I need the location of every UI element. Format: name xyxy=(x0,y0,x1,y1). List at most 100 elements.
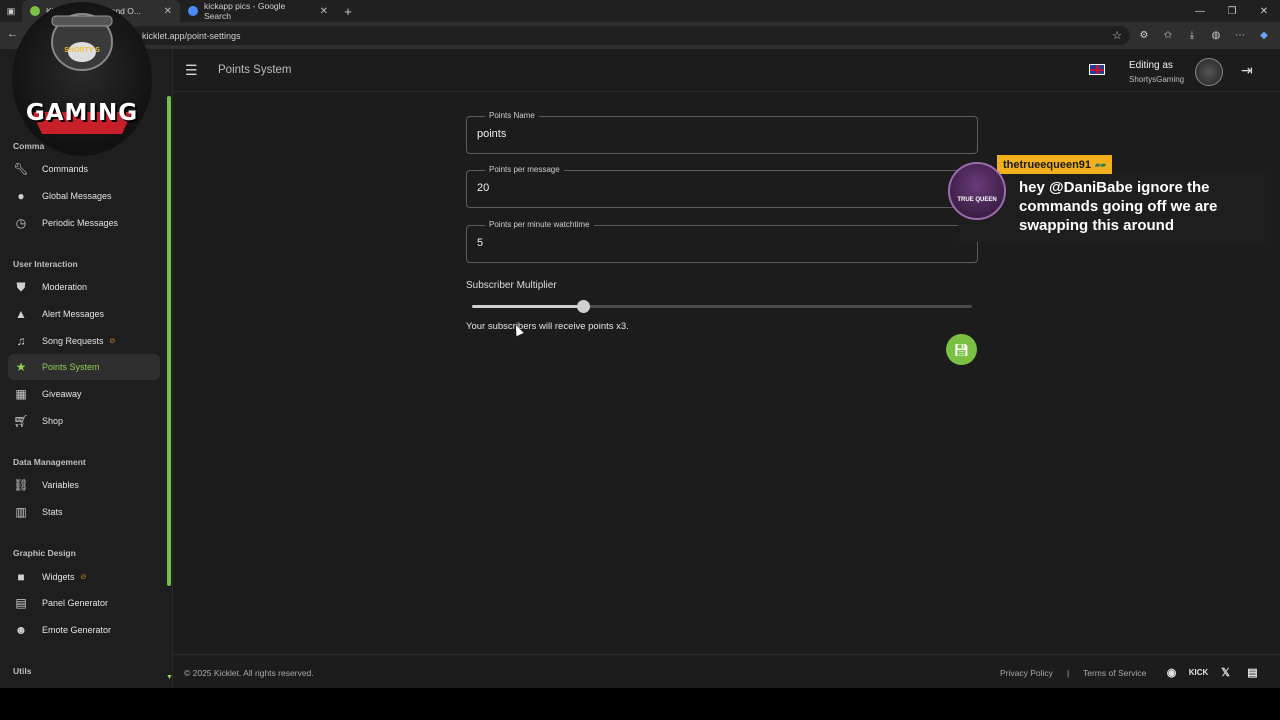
more-icon[interactable]: ⋯ xyxy=(1228,27,1252,44)
bar-chart-icon: ▥ xyxy=(15,505,27,519)
field-value: 20 xyxy=(477,182,490,194)
taskbar-area xyxy=(0,688,1280,720)
favorites-icon[interactable]: ✩ xyxy=(1156,27,1180,44)
kick-icon[interactable]: KICK xyxy=(1189,665,1209,679)
social-icons: ◉ KICK 𝕏 ▤ xyxy=(1163,665,1261,679)
sidebar-item-alert-messages[interactable]: ▲ Alert Messages xyxy=(8,301,160,327)
fire-icon: 🔥︎ xyxy=(109,336,116,345)
close-window-icon[interactable]: ✕ xyxy=(1248,0,1280,22)
screen: ▣ Kicklet - Chatbot and O... ✕ kickapp p… xyxy=(0,0,1280,720)
sidebar-item-stats[interactable]: ▥ Stats xyxy=(8,499,160,525)
close-tab-icon[interactable]: ✕ xyxy=(320,6,328,17)
sidebar-item-label: Periodic Messages xyxy=(42,218,119,228)
clock-icon: ◷ xyxy=(15,216,27,230)
browser-tabbar: ▣ Kicklet - Chatbot and O... ✕ kickapp p… xyxy=(0,0,1280,22)
favorite-star-icon[interactable]: ☆ xyxy=(1112,29,1122,42)
points-per-message-field[interactable]: Points per message 20 xyxy=(466,165,978,208)
emote-face-icon: ☻ xyxy=(14,623,28,637)
section-graphic-design: Graphic Design xyxy=(13,548,76,558)
restore-icon[interactable]: ❐ xyxy=(1216,0,1248,22)
link-icon: ⛓ xyxy=(13,478,29,492)
multiplier-slider[interactable] xyxy=(472,300,972,313)
document-icon[interactable]: ▤ xyxy=(1244,665,1261,679)
multiplier-description: Your subscribers will receive points x3. xyxy=(466,321,629,332)
chat-avatar-text: TRUE QUEEN xyxy=(957,197,997,203)
slider-thumb[interactable] xyxy=(577,300,591,313)
slider-fill xyxy=(472,305,584,308)
sidebar-item-moderation[interactable]: ⛊ Moderation xyxy=(8,274,160,300)
points-name-field[interactable]: Points Name points xyxy=(466,111,978,154)
star-icon: ★ xyxy=(15,360,27,374)
section-commands: Comma xyxy=(13,141,45,151)
menu-toggle-icon[interactable]: ☰ xyxy=(185,62,198,79)
wrench-icon: 🔧︎ xyxy=(13,162,29,176)
sidebar-item-variables[interactable]: ⛓ Variables xyxy=(8,472,160,498)
sidebar-item-label: Moderation xyxy=(42,282,88,292)
section-data-management: Data Management xyxy=(13,457,86,467)
close-tab-icon[interactable]: ✕ xyxy=(164,6,172,17)
sidebar-item-emote-generator[interactable]: ☻ Emote Generator xyxy=(8,617,160,643)
profile-icon[interactable]: ◍ xyxy=(1204,27,1228,44)
sidebar-item-giveaway[interactable]: ▦ Giveaway xyxy=(8,381,160,407)
field-value: points xyxy=(477,128,507,140)
browser-toolbar: ← kicklet.app/point-settings ☆ xyxy=(0,22,1280,49)
editing-as-label: Editing as xyxy=(1129,60,1173,71)
uk-flag-icon[interactable] xyxy=(1089,64,1105,75)
sidebar-item-commands[interactable]: 🔧︎ Commands xyxy=(8,156,160,182)
discord-icon[interactable]: ◉ xyxy=(1163,665,1180,679)
sidebar-item-label: Giveaway xyxy=(42,389,82,399)
avatar[interactable] xyxy=(1195,58,1223,86)
app-header: ☰ Points System Editing as ShortysGaming… xyxy=(173,49,1280,92)
logout-icon[interactable]: ⇥ xyxy=(1241,62,1253,79)
tab-label: kickapp pics - Google Search xyxy=(204,1,286,21)
minimize-icon[interactable]: — xyxy=(1184,0,1216,22)
privacy-policy-link[interactable]: Privacy Policy xyxy=(1000,668,1053,678)
chat-username: thetrueequeen91 ▰▰ xyxy=(997,155,1112,174)
music-note-icon: ♫ xyxy=(16,334,26,348)
field-value: 5 xyxy=(477,237,484,249)
extension-icon[interactable]: ⚙ xyxy=(1132,27,1156,44)
logo-subtitle: SHORTY'S xyxy=(64,47,100,54)
sidebar-item-shop[interactable]: 🛒︎ Shop xyxy=(8,408,160,434)
sidebar-item-label: Stats xyxy=(42,507,63,517)
floppy-disk-icon: 💾︎ xyxy=(953,342,970,357)
sidebar-item-widgets[interactable]: ■ Widgets 🔥︎ xyxy=(8,564,160,590)
kicklet-favicon-icon xyxy=(30,6,40,16)
field-label: Points per message xyxy=(485,165,564,174)
sub-badge-icon: ▰▰ xyxy=(1095,161,1106,169)
new-tab-button[interactable]: + xyxy=(336,4,360,19)
back-icon[interactable]: ← xyxy=(7,28,18,40)
tab-google[interactable]: kickapp pics - Google Search ✕ xyxy=(180,0,336,22)
scroll-down-icon[interactable]: ▼ xyxy=(166,674,172,681)
downloads-icon[interactable]: ⤓ xyxy=(1180,27,1204,44)
terms-of-service-link[interactable]: Terms of Service xyxy=(1083,668,1146,678)
field-label: Points per minute watchtime xyxy=(485,220,594,229)
points-per-minute-field[interactable]: Points per minute watchtime 5 xyxy=(466,220,978,263)
app: Comma 🔧︎ Commands ● Global Messages ◷ Pe… xyxy=(0,49,1280,688)
tab-actions-icon[interactable]: ▣ xyxy=(0,6,22,17)
shield-icon: ⛊ xyxy=(16,279,26,294)
url-text: kicklet.app/point-settings xyxy=(142,30,241,41)
sidebar-item-points-system[interactable]: ★ Points System xyxy=(8,354,160,380)
sidebar-item-label: Shop xyxy=(42,416,64,426)
sidebar-item-periodic-messages[interactable]: ◷ Periodic Messages xyxy=(8,210,160,236)
multiplier-label: Subscriber Multiplier xyxy=(466,280,557,291)
window-controls: — ❐ ✕ xyxy=(1184,0,1280,22)
x-icon[interactable]: 𝕏 xyxy=(1217,665,1234,679)
sidebar-item-panel-generator[interactable]: ▤ Panel Generator xyxy=(8,590,160,616)
sidebar-item-global-messages[interactable]: ● Global Messages xyxy=(8,183,160,209)
sidebar-item-song-requests[interactable]: ♫ Song Requests 🔥︎ xyxy=(8,328,160,354)
dog-mascot-icon xyxy=(32,13,132,134)
sidebar-scrollbar[interactable] xyxy=(167,96,171,586)
chat-avatar: TRUE QUEEN xyxy=(948,162,1006,220)
video-camera-icon: ■ xyxy=(17,570,25,584)
sidebar-item-label: Song Requests xyxy=(42,336,104,346)
copilot-icon[interactable]: ◆ xyxy=(1252,27,1276,44)
address-bar[interactable]: kicklet.app/point-settings ☆ xyxy=(130,26,1130,45)
save-button[interactable]: 💾︎ xyxy=(946,334,977,365)
gift-icon: ▦ xyxy=(15,387,27,401)
sidebar-item-label: Variables xyxy=(42,480,79,490)
sidebar-item-label: Points System xyxy=(42,362,100,372)
toolbar-icons: ⚙ ✩ ⤓ ◍ ⋯ ◆ xyxy=(1132,27,1276,44)
sidebar-item-label: Widgets xyxy=(42,572,75,582)
